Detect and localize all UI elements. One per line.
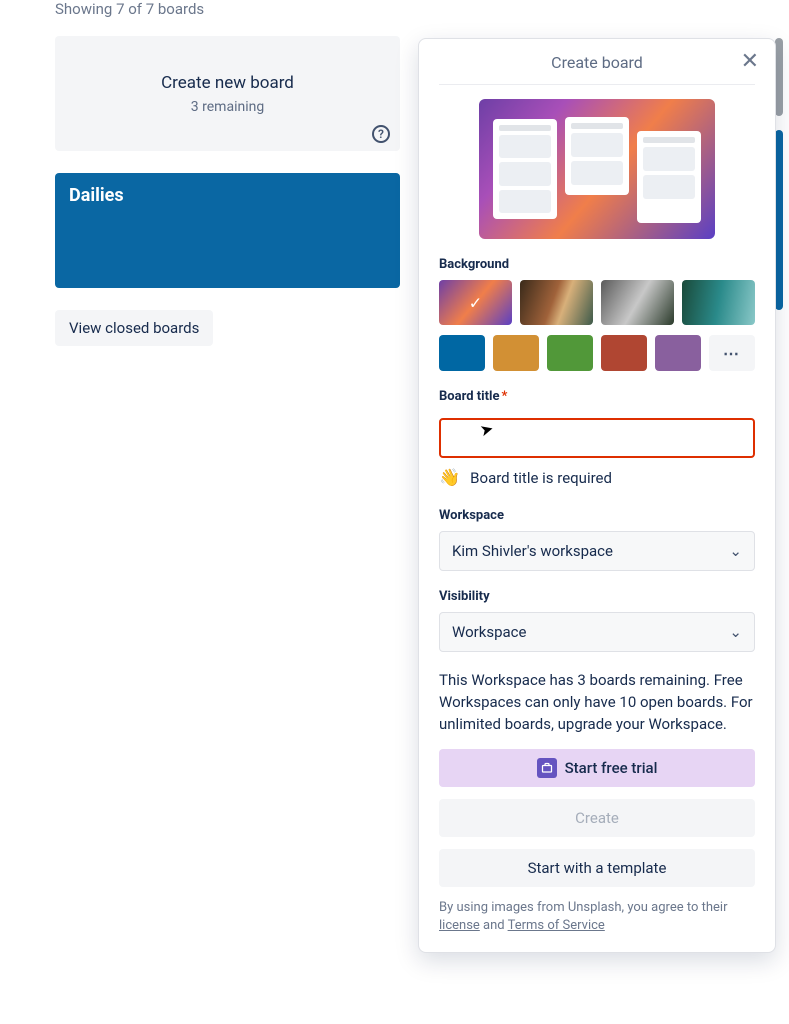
background-color-grid: ⋯ <box>439 335 755 371</box>
tos-link[interactable]: Terms of Service <box>508 918 605 933</box>
visibility-label: Visibility <box>439 589 755 604</box>
start-with-template-button[interactable]: Start with a template <box>439 849 755 887</box>
boards-remaining-info: This Workspace has 3 boards remaining. F… <box>439 670 755 735</box>
board-tile-title: Dailies <box>69 185 386 206</box>
scroll-rail-accent <box>775 130 783 310</box>
background-color-green[interactable] <box>547 335 593 371</box>
boards-count-text: Showing 7 of 7 boards <box>55 0 789 18</box>
visibility-select[interactable]: Workspace ⌄ <box>439 612 755 652</box>
briefcase-icon <box>537 758 557 778</box>
chevron-down-icon: ⌄ <box>729 623 742 641</box>
scroll-rail <box>775 38 783 116</box>
background-color-red[interactable] <box>601 335 647 371</box>
license-link[interactable]: license <box>439 918 480 933</box>
create-tile-title: Create new board <box>161 73 294 93</box>
board-title-label: Board title* <box>439 389 755 404</box>
background-image-option[interactable] <box>682 280 755 325</box>
close-icon[interactable]: ✕ <box>741 51 759 73</box>
create-board-popover: Create board ✕ Background ✓ ⋯ Board titl… <box>418 38 776 953</box>
start-free-trial-button[interactable]: Start free trial <box>439 749 755 787</box>
required-star-icon: * <box>501 389 507 404</box>
popover-title: Create board <box>551 53 643 72</box>
board-title-hint: Board title is required <box>470 469 612 487</box>
background-color-orange[interactable] <box>493 335 539 371</box>
create-tile-remaining: 3 remaining <box>191 99 264 115</box>
workspace-value: Kim Shivler's workspace <box>452 542 613 560</box>
create-button[interactable]: Create <box>439 799 755 837</box>
background-image-option[interactable] <box>520 280 593 325</box>
chevron-down-icon: ⌄ <box>729 542 742 560</box>
board-tile-dailies[interactable]: Dailies <box>55 173 400 288</box>
background-color-blue[interactable] <box>439 335 485 371</box>
background-image-option[interactable] <box>601 280 674 325</box>
help-icon[interactable]: ? <box>372 125 390 143</box>
visibility-value: Workspace <box>452 623 526 641</box>
view-closed-boards-button[interactable]: View closed boards <box>55 310 213 346</box>
background-image-option[interactable]: ✓ <box>439 280 512 325</box>
board-preview-image <box>479 99 715 239</box>
background-label: Background <box>439 257 755 272</box>
background-more-button[interactable]: ⋯ <box>709 335 755 371</box>
workspace-select[interactable]: Kim Shivler's workspace ⌄ <box>439 531 755 571</box>
background-image-grid: ✓ <box>439 280 755 325</box>
check-icon: ✓ <box>469 293 482 312</box>
unsplash-footnote: By using images from Unsplash, you agree… <box>439 899 755 935</box>
background-color-purple[interactable] <box>655 335 701 371</box>
create-new-board-tile[interactable]: Create new board 3 remaining ? <box>55 36 400 151</box>
wave-icon: 👋 <box>439 468 460 488</box>
workspace-label: Workspace <box>439 508 755 523</box>
